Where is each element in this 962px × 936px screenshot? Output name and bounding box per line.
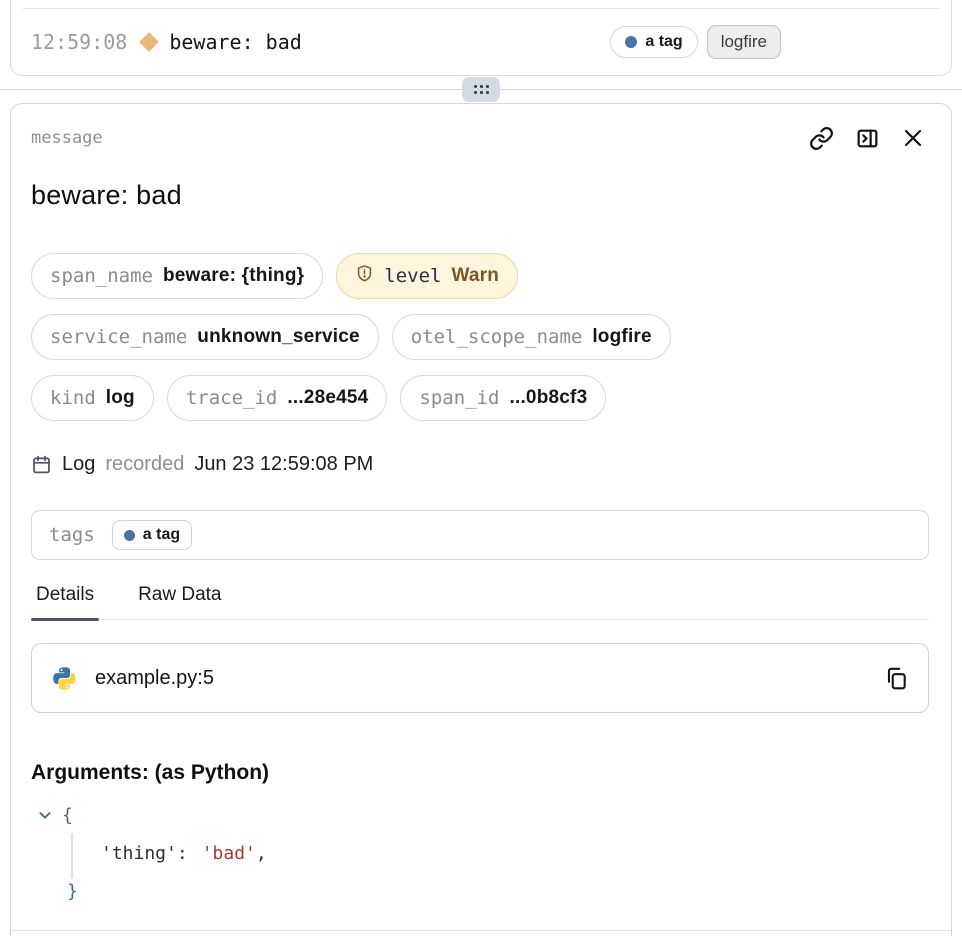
pill-key: kind	[50, 387, 96, 409]
log-row-badges: a tag logfire	[610, 25, 781, 59]
close-button[interactable]	[901, 126, 925, 150]
detail-panel: message beware: bad span_name beware: {t…	[10, 103, 952, 936]
log-list-card: 12:59:08 beware: bad a tag logfire	[10, 0, 952, 76]
arguments-heading: Arguments: (as Python)	[31, 761, 929, 785]
open-in-panel-icon	[855, 126, 880, 151]
pill-level-warn[interactable]: level Warn	[336, 253, 518, 299]
tag-badge-label: a tag	[645, 33, 682, 51]
pill-span-name[interactable]: span_name beware: {thing}	[31, 253, 323, 299]
arguments-code: { 'thing': 'bad' , }	[31, 796, 929, 910]
recorded-verb: recorded	[105, 453, 184, 476]
pill-key: service_name	[50, 326, 187, 348]
source-location[interactable]: example.py:5	[31, 643, 929, 713]
pill-service-name[interactable]: service_name unknown_service	[31, 314, 379, 360]
copy-source-button[interactable]	[883, 665, 909, 691]
drag-dots-icon	[474, 85, 489, 94]
pill-otel-scope-name[interactable]: otel_scope_name logfire	[392, 314, 671, 360]
pill-key: span_id	[419, 387, 499, 409]
pill-value: logfire	[592, 326, 651, 348]
pill-value: beware: {thing}	[163, 265, 304, 287]
pill-value: log	[106, 387, 135, 409]
log-row[interactable]: 12:59:08 beware: bad a tag logfire	[11, 9, 951, 75]
recorded-entity: Log	[62, 453, 95, 476]
pill-value: Warn	[451, 265, 499, 287]
tag-chip[interactable]: a tag	[112, 520, 192, 550]
pill-key: otel_scope_name	[411, 326, 583, 348]
scope-badge[interactable]: logfire	[707, 25, 781, 59]
pill-value: ...0b8cf3	[510, 387, 588, 409]
log-timestamp: 12:59:08	[31, 30, 127, 54]
drag-handle[interactable]	[462, 77, 500, 102]
diamond-icon	[139, 32, 159, 52]
code-key: 'thing':	[101, 843, 188, 864]
pill-key: level	[384, 265, 441, 287]
copy-icon	[883, 665, 909, 691]
tags-box: tags a tag	[31, 510, 929, 560]
chevron-down-icon[interactable]	[37, 807, 53, 823]
log-message: beware: bad	[169, 30, 301, 54]
close-icon	[901, 126, 925, 150]
pill-key: span_name	[50, 265, 153, 287]
span-title: beware: bad	[31, 180, 929, 211]
detail-tabs: Details Raw Data	[31, 584, 929, 620]
pill-trace-id[interactable]: trace_id ...28e454	[167, 375, 388, 421]
tag-dot-icon	[625, 36, 637, 48]
pane-splitter	[0, 76, 962, 103]
panel-bottom-divider	[11, 930, 951, 931]
indent-guide	[71, 833, 73, 879]
pill-key: trace_id	[186, 387, 278, 409]
python-logo-icon	[51, 665, 78, 692]
tab-raw-data[interactable]: Raw Data	[133, 584, 226, 619]
open-brace: {	[62, 805, 73, 826]
code-string-value: 'bad'	[202, 843, 256, 864]
logfire-screen: 12:59:08 beware: bad a tag logfire messa…	[0, 0, 962, 936]
shield-exclamation-icon	[355, 264, 374, 288]
pill-kind[interactable]: kind log	[31, 375, 154, 421]
code-comma: ,	[256, 843, 267, 864]
panel-header: message	[31, 124, 929, 152]
tag-badge[interactable]: a tag	[610, 26, 697, 58]
calendar-icon	[31, 454, 52, 475]
close-brace: }	[67, 881, 78, 902]
pill-value: unknown_service	[197, 326, 359, 348]
panel-actions	[809, 126, 925, 151]
open-in-panel-button[interactable]	[855, 126, 880, 151]
pill-value: ...28e454	[287, 387, 368, 409]
recorded-line: Log recorded Jun 23 12:59:08 PM	[31, 453, 929, 476]
tag-dot-icon	[124, 530, 135, 541]
recorded-datetime: Jun 23 12:59:08 PM	[194, 453, 373, 476]
source-file: example.py:5	[95, 667, 214, 690]
panel-header-label: message	[31, 128, 103, 148]
pill-span-id[interactable]: span_id ...0b8cf3	[400, 375, 606, 421]
copy-link-button[interactable]	[809, 126, 834, 151]
tag-chip-label: a tag	[143, 526, 180, 544]
link-icon	[809, 126, 834, 151]
attribute-pills: span_name beware: {thing} level Warn ser…	[31, 253, 929, 421]
tab-details[interactable]: Details	[31, 584, 99, 619]
tags-label: tags	[49, 524, 95, 546]
